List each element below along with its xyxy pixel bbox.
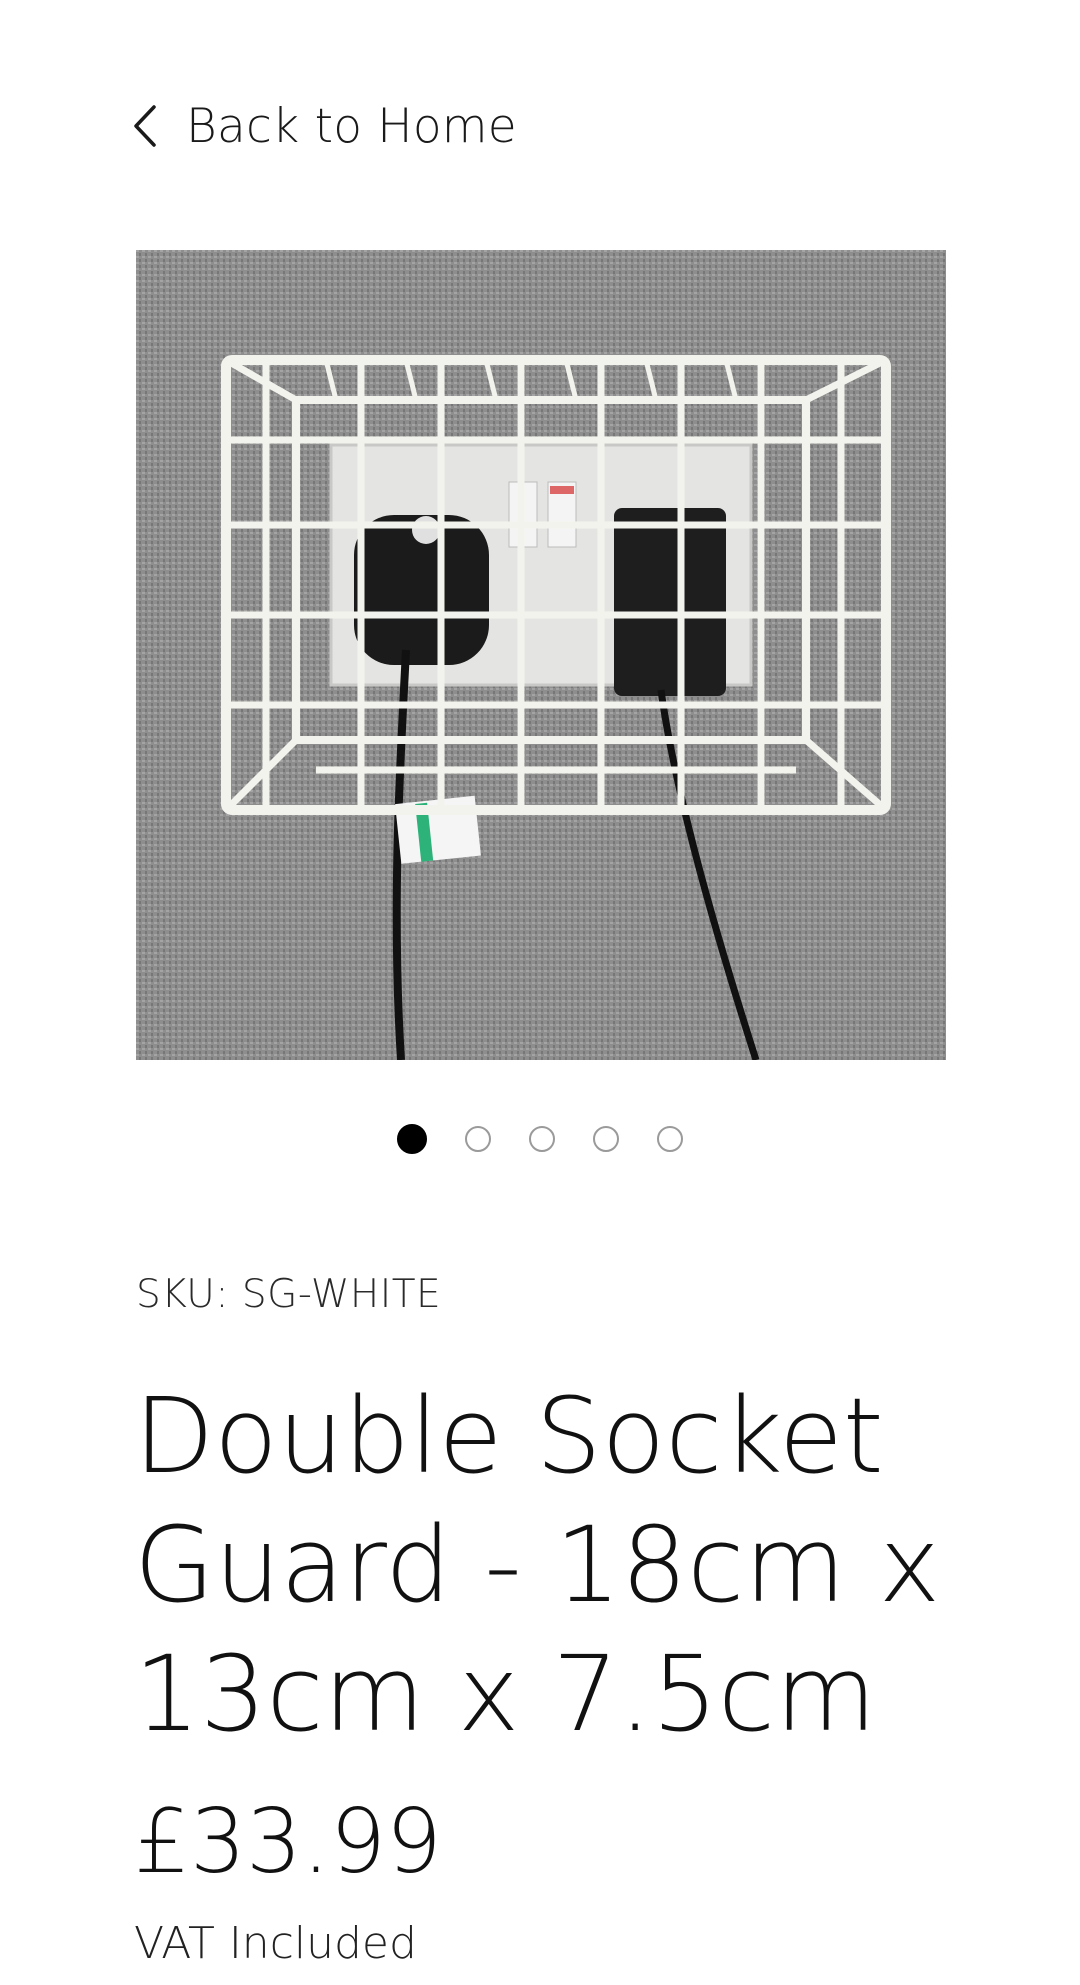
gallery-dot-3[interactable] xyxy=(529,1126,555,1152)
product-image xyxy=(136,250,946,1060)
vat-note: VAT Included xyxy=(134,1918,417,1969)
gallery-dot-4[interactable] xyxy=(593,1126,619,1152)
product-image-gallery[interactable] xyxy=(136,250,946,1060)
gallery-dot-1[interactable] xyxy=(397,1124,427,1154)
gallery-dot-5[interactable] xyxy=(657,1126,683,1152)
back-to-home-link[interactable]: Back to Home xyxy=(130,96,517,156)
gallery-dot-2[interactable] xyxy=(465,1126,491,1152)
back-to-home-label: Back to Home xyxy=(186,98,517,154)
product-title: Double Socket Guard - 18cm x 13cm x 7.5c… xyxy=(134,1375,941,1755)
product-price: £33.99 xyxy=(134,1790,442,1893)
gallery-pagination xyxy=(0,1124,1080,1154)
product-sku: SKU: SG-WHITE xyxy=(136,1272,442,1317)
chevron-left-icon xyxy=(134,105,156,147)
